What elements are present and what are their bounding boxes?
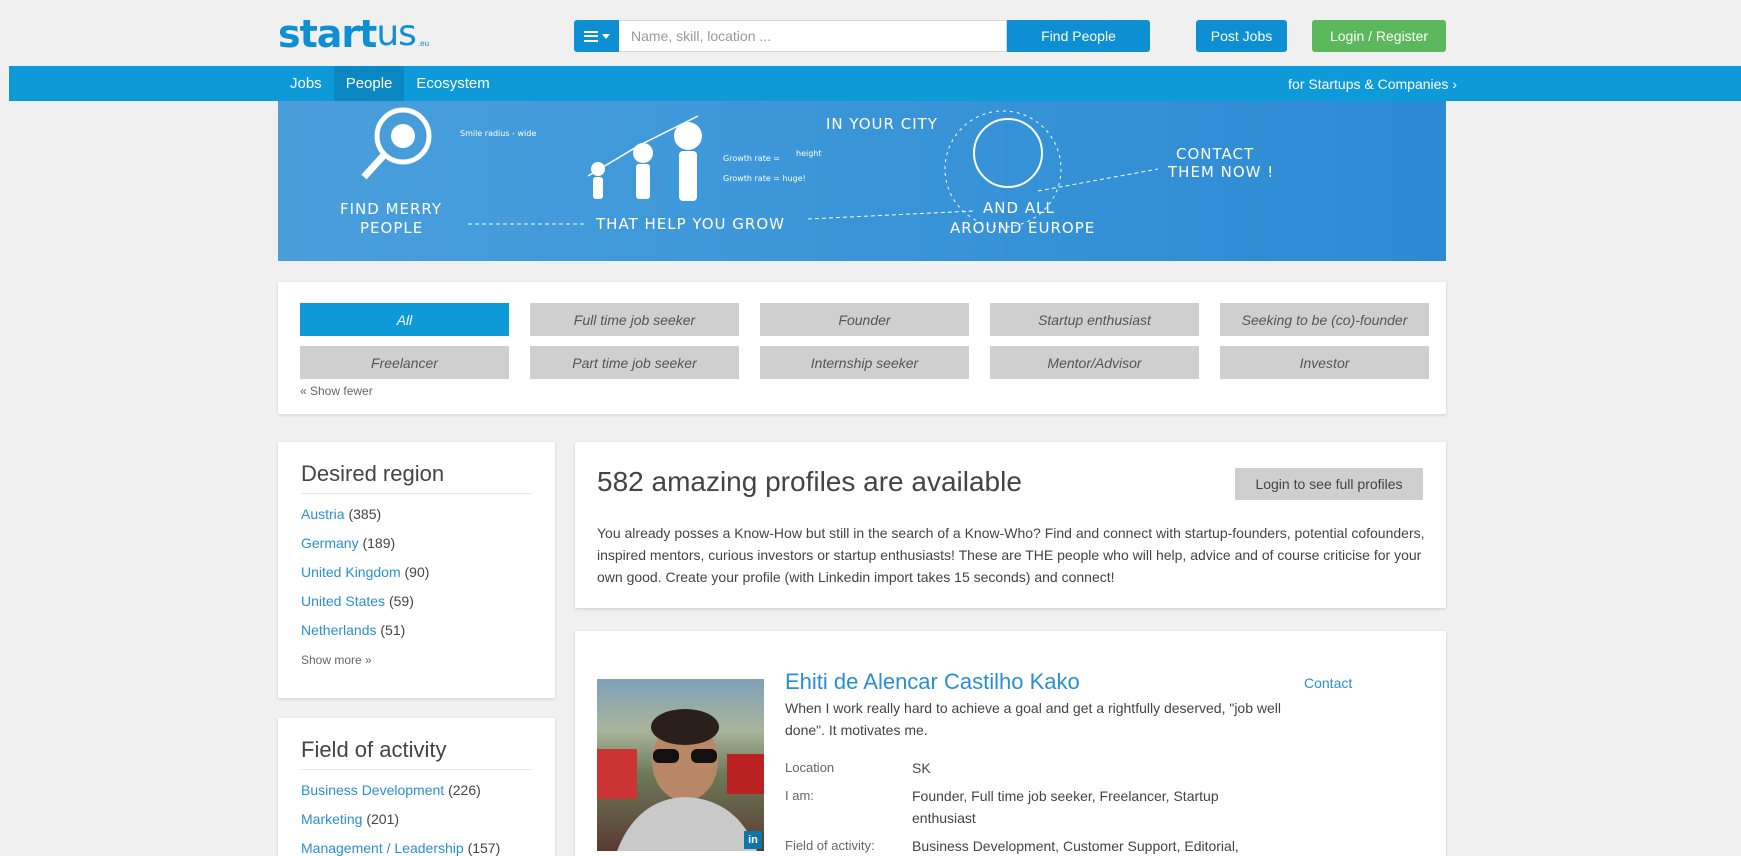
svg-text:Smile radius - wide: Smile radius - wide	[460, 129, 536, 138]
europe-globe-icon	[973, 118, 1043, 188]
detail-row: I am: Founder, Full time job seeker, Fre…	[785, 788, 1219, 826]
svg-text:FIND MERRY: FIND MERRY	[340, 200, 442, 218]
profile-photo[interactable]: in	[597, 679, 764, 851]
nav-jobs[interactable]: Jobs	[278, 66, 334, 101]
svg-text:THEM NOW !: THEM NOW !	[1167, 163, 1274, 181]
list-item[interactable]: Germany (189)	[301, 535, 532, 564]
filter-investor[interactable]: Investor	[1220, 346, 1429, 379]
svg-text:THAT HELP YOU GROW: THAT HELP YOU GROW	[595, 215, 785, 233]
profile-name-link[interactable]: Ehiti de Alencar Castilho Kako	[785, 669, 1080, 695]
intro-description: You already posses a Know-How but still …	[597, 525, 1425, 585]
filter-internship-seeker[interactable]: Internship seeker	[760, 346, 969, 379]
search-input[interactable]	[619, 20, 1007, 52]
find-people-button[interactable]: Find People	[1007, 20, 1150, 52]
promo-banner: FIND MERRY PEOPLE Smile radius - wide TH…	[278, 101, 1446, 261]
detail-row: Field of activity: Business Development,…	[785, 838, 1239, 854]
svg-text:PEOPLE: PEOPLE	[360, 219, 423, 237]
filter-part-time-job-seeker[interactable]: Part time job seeker	[530, 346, 739, 379]
svg-text:Growth rate =: Growth rate =	[723, 154, 780, 163]
svg-text:Growth rate = huge!: Growth rate = huge!	[723, 174, 806, 183]
panel-title: Desired region	[301, 442, 532, 494]
filter-freelancer[interactable]: Freelancer	[300, 346, 509, 379]
list-item[interactable]: United States (59)	[301, 593, 532, 622]
nav-ecosystem[interactable]: Ecosystem	[404, 66, 501, 101]
profiles-intro-card: 582 amazing profiles are available Login…	[575, 442, 1446, 608]
list-item[interactable]: Netherlands (51)	[301, 622, 532, 651]
post-jobs-button[interactable]: Post Jobs	[1196, 20, 1287, 52]
menu-icon	[583, 30, 598, 42]
svg-text:AND ALL: AND ALL	[983, 199, 1055, 217]
main-nav: Jobs People Ecosystem for Startups & Com…	[9, 66, 1741, 101]
show-fewer-link[interactable]: « Show fewer	[300, 384, 373, 398]
svg-text:CONTACT: CONTACT	[1176, 145, 1254, 163]
filter-all[interactable]: All	[300, 303, 509, 336]
field-of-activity-panel: Field of activity Business Development (…	[278, 718, 555, 856]
svg-text:IN YOUR CITY: IN YOUR CITY	[826, 115, 938, 133]
svg-text:AROUND EUROPE: AROUND EUROPE	[950, 219, 1095, 237]
login-full-profiles-button[interactable]: Login to see full profiles	[1235, 468, 1423, 500]
nav-people[interactable]: People	[333, 66, 405, 101]
profile-quote: When I work really hard to achieve a goa…	[785, 700, 1282, 738]
list-item[interactable]: Austria (385)	[301, 506, 532, 535]
page-title: 582 amazing profiles are available	[597, 466, 1022, 497]
contact-link[interactable]: Contact	[1304, 675, 1352, 691]
chevron-down-icon	[601, 33, 610, 39]
desired-region-panel: Desired region Austria (385) Germany (18…	[278, 442, 555, 698]
profile-type-filters: All Full time job seeker Founder Startup…	[278, 282, 1446, 414]
filter-startup-enthusiast[interactable]: Startup enthusiast	[990, 303, 1199, 336]
filter-founder[interactable]: Founder	[760, 303, 969, 336]
list-item[interactable]: Management / Leadership (157)	[301, 840, 532, 856]
list-item[interactable]: United Kingdom (90)	[301, 564, 532, 593]
startups-companies-link[interactable]: for Startups & Companies ›	[1288, 66, 1457, 101]
profile-card: in Ehiti de Alencar Castilho Kako Contac…	[575, 631, 1446, 856]
search-bar: Find People	[574, 20, 1150, 52]
startus-logo[interactable]: start us .eu	[278, 14, 429, 55]
show-more-link[interactable]: Show more »	[301, 653, 532, 667]
profile-details: Location SK I am: Founder, Full time job…	[785, 757, 1262, 856]
search-category-dropdown[interactable]	[574, 20, 619, 52]
filter-full-time-job-seeker[interactable]: Full time job seeker	[530, 303, 739, 336]
login-register-button[interactable]: Login / Register	[1312, 20, 1446, 52]
list-item[interactable]: Business Development (226)	[301, 782, 532, 811]
list-item[interactable]: Marketing (201)	[301, 811, 532, 840]
svg-text:height: height	[796, 149, 822, 158]
linkedin-icon: in	[744, 831, 762, 849]
filter-mentor-advisor[interactable]: Mentor/Advisor	[990, 346, 1199, 379]
detail-row: Location SK	[785, 760, 931, 776]
top-header: startus.eu Find People Post Jobs Login /…	[0, 0, 1741, 66]
filter-seeking-cofounder[interactable]: Seeking to be (co)-founder	[1220, 303, 1429, 336]
panel-title: Field of activity	[301, 718, 532, 770]
